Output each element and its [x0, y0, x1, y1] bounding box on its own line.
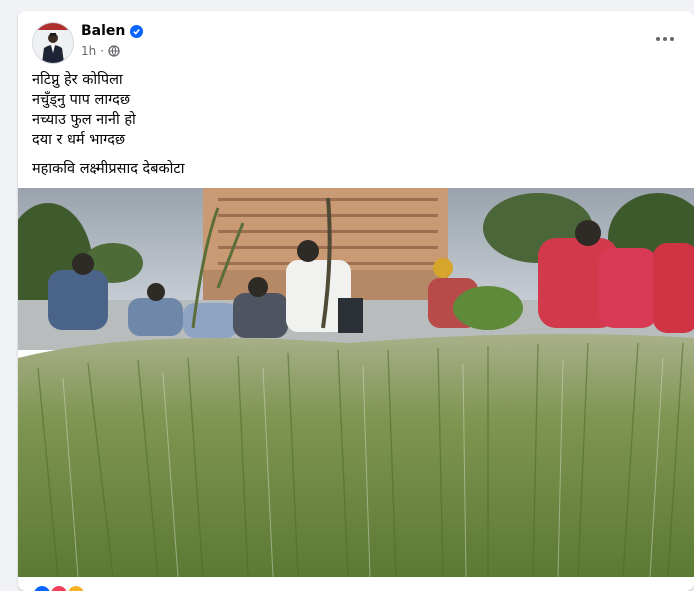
post-time[interactable]: 1h	[81, 44, 96, 58]
post-photo[interactable]	[18, 188, 694, 577]
poem-line: नटिप्नु हेर कोपिला	[32, 72, 123, 88]
poem-line: नच्याउ फुल नानी हो	[32, 112, 136, 128]
poem-line: नचुँड्नु पाप लाग्दछ	[32, 92, 131, 108]
poem-line: दया र धर्म भाग्दछ	[32, 132, 126, 148]
author-avatar[interactable]	[32, 22, 74, 64]
engagement-summary[interactable]: ... ... ... ...	[218, 586, 275, 591]
care-reaction-icon	[66, 584, 86, 591]
more-options-icon[interactable]	[650, 29, 680, 49]
photo-image	[18, 188, 694, 577]
avatar-image	[33, 23, 73, 63]
author-name[interactable]: Balen	[81, 23, 125, 39]
poem-attribution: महाकवि लक्ष्मीप्रसाद देबकोटा	[32, 161, 185, 177]
post-meta: 1h ·	[81, 44, 120, 58]
post-card: Balen 1h · नटिप्नु हेर कोपिला नचुँड्नु प…	[18, 11, 694, 591]
author-name-row: Balen	[81, 23, 144, 39]
verified-badge-icon	[130, 24, 144, 38]
globe-icon[interactable]	[108, 45, 120, 57]
post-text: नटिप्नु हेर कोपिला नचुँड्नु पाप लाग्दछ न…	[32, 70, 672, 179]
separator-dot: ·	[100, 44, 105, 58]
reaction-icons[interactable]	[32, 584, 86, 591]
